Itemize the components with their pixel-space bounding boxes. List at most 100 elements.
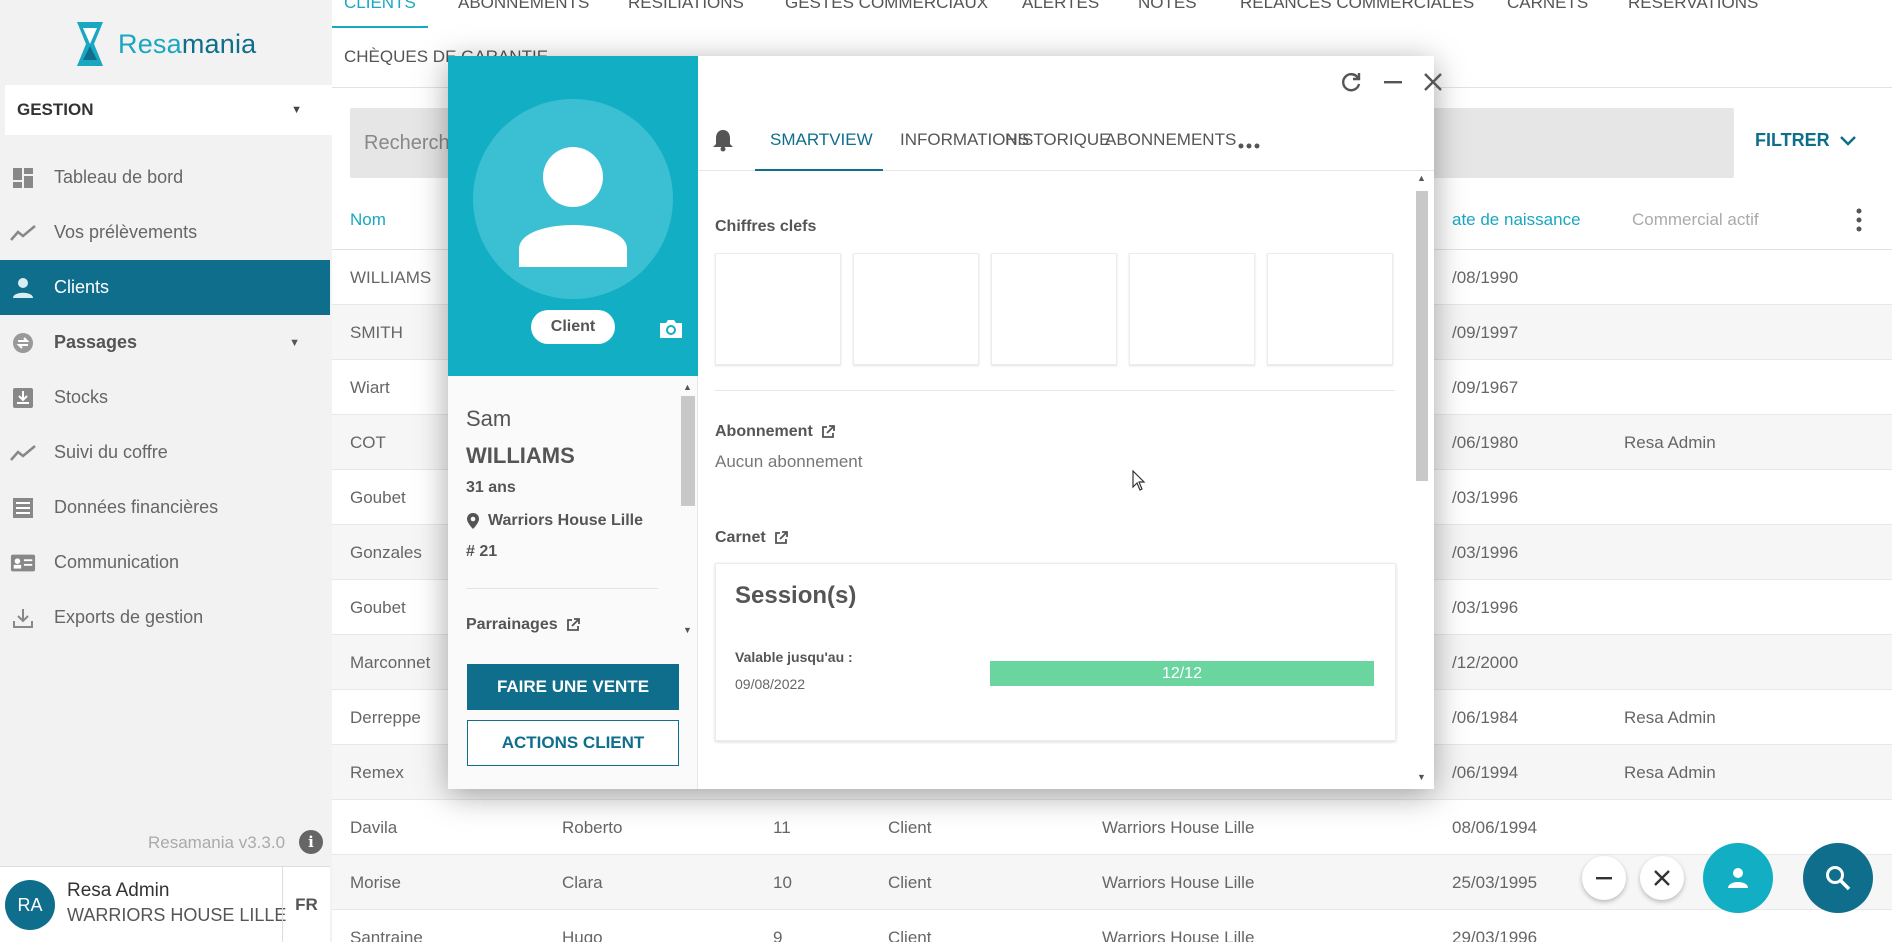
sidebar-item-label: Stocks: [54, 387, 109, 407]
tab-abonnements[interactable]: ABONNEMENTS: [458, 0, 589, 13]
profile-hero: Client: [448, 56, 698, 376]
details-scrollbar[interactable]: ▲ ▼: [1414, 173, 1430, 785]
cell-name: Derreppe: [350, 708, 421, 727]
search-icon: [1826, 866, 1851, 891]
info-icon[interactable]: i: [299, 830, 323, 854]
tab-reservations[interactable]: RÉSERVATIONS: [1628, 0, 1758, 13]
carnet-title: Carnet: [715, 529, 766, 546]
tab-historique[interactable]: HISTORIQUE: [1005, 130, 1110, 150]
column-menu-icon[interactable]: [1856, 208, 1862, 237]
cell-number: 11: [773, 818, 791, 837]
mouse-cursor-icon: [1132, 470, 1146, 491]
cell-birth-date: /08/1990: [1452, 268, 1519, 287]
carnet-link[interactable]: Carnet: [715, 529, 788, 547]
cell-type: Client: [888, 873, 932, 892]
cell-name: SMITH: [350, 323, 403, 342]
sidebar-item-passages[interactable]: Passages ▼: [0, 315, 330, 370]
profile-avatar[interactable]: [473, 99, 673, 299]
external-link-icon: [566, 618, 580, 631]
scroll-up-icon[interactable]: ▲: [683, 382, 692, 392]
sidebar-item-exports-de-gestion[interactable]: Exports de gestion: [0, 590, 330, 645]
camera-icon[interactable]: [658, 318, 684, 345]
close-all-button[interactable]: [1640, 856, 1684, 900]
trend-icon: [10, 220, 36, 246]
client-actions-button[interactable]: ACTIONS CLIENT: [467, 720, 679, 766]
language-switch[interactable]: FR: [282, 867, 330, 942]
tab-carnets[interactable]: CARNETS: [1507, 0, 1588, 13]
cell-birth-date: /03/1996: [1452, 543, 1519, 562]
notifications-bell-icon[interactable]: [712, 128, 734, 157]
cell-commercial: Resa Admin: [1624, 708, 1716, 727]
avatar[interactable]: RA: [5, 880, 55, 930]
sidebar-item-label: Données financières: [54, 497, 219, 517]
tab-resiliations[interactable]: RÉSILIATIONS: [628, 0, 744, 13]
tab-clients[interactable]: CLIENTS: [344, 0, 416, 13]
trend-icon: [10, 440, 36, 466]
cell-birth-date: /12/2000: [1452, 653, 1519, 672]
tab-smartview[interactable]: SMARTVIEW: [770, 130, 873, 150]
client-club: Warriors House Lille: [466, 512, 643, 530]
cell-name: Davila: [350, 818, 398, 837]
sessions-progress-bar: 12/12: [990, 661, 1374, 686]
table-row[interactable]: Davila Roberto 11 Client Warriors House Lill…: [332, 800, 1892, 855]
kpi-card: [715, 253, 841, 365]
tab-relances-commerciales[interactable]: RELANCES COMMERCIALES: [1240, 0, 1474, 13]
cell-commercial: Resa Admin: [1624, 763, 1716, 782]
cell-club: Warriors House Lille: [1102, 873, 1255, 892]
sidebar-item-clients[interactable]: Clients: [0, 260, 330, 315]
carnet-card[interactable]: Session(s) Valable jusqu'au : 09/08/2022…: [715, 563, 1396, 741]
search-button[interactable]: [1803, 843, 1873, 913]
table-row[interactable]: Santraine Hugo 9 Client Warriors House Lille…: [332, 910, 1892, 942]
col-header-commercial[interactable]: Commercial actif: [1632, 210, 1759, 230]
sidebar-item-donnees-financieres[interactable]: Données financières: [0, 480, 330, 535]
scroll-thumb[interactable]: [1416, 191, 1428, 481]
client-quick-button[interactable]: [1703, 843, 1773, 913]
section-select-value: GESTION: [17, 100, 94, 119]
tab-gestes-commerciaux[interactable]: GESTES COMMERCIAUX: [785, 0, 988, 13]
cell-commercial: Resa Admin: [1624, 433, 1716, 452]
scroll-thumb[interactable]: [681, 396, 695, 506]
sidebar-item-tableau-de-bord[interactable]: Tableau de bord: [0, 150, 330, 205]
more-tabs-icon[interactable]: [1238, 134, 1260, 154]
client-profile-panel: Client Sam WILLIAMS 31 ans Warriors Hous…: [448, 56, 698, 789]
tab-alertes[interactable]: ALERTES: [1022, 0, 1099, 13]
cell-birth-date: /06/1984: [1452, 708, 1519, 727]
cell-name: Goubet: [350, 488, 406, 507]
parrainages-link[interactable]: Parrainages: [466, 616, 580, 634]
cell-birth-date: /06/1980: [1452, 433, 1519, 452]
tab-notes[interactable]: NOTES: [1138, 0, 1197, 13]
inbox-icon: [10, 385, 36, 411]
make-sale-button[interactable]: FAIRE UNE VENTE: [467, 664, 679, 710]
sidebar-item-vos-prelevements[interactable]: Vos prélèvements: [0, 205, 330, 260]
profile-scrollbar[interactable]: ▲ ▼: [680, 382, 695, 635]
scroll-up-icon[interactable]: ▲: [1417, 173, 1426, 183]
user-bar: RA Resa Admin WARRIORS HOUSE LILLE FR: [0, 866, 330, 942]
scroll-down-icon[interactable]: ▼: [683, 625, 692, 635]
smartview-content: Chiffres clefs Abonnement Aucun abonneme…: [698, 173, 1434, 789]
subscription-title: Abonnement: [715, 423, 813, 440]
key-figures-title: Chiffres clefs: [715, 218, 817, 235]
cell-name: Marconnet: [350, 653, 431, 672]
section-select[interactable]: GESTION ▼: [5, 85, 332, 135]
sidebar-item-stocks[interactable]: Stocks: [0, 370, 330, 425]
subscription-link[interactable]: Abonnement: [715, 423, 835, 441]
id-card-icon: [10, 550, 36, 576]
minimize-icon[interactable]: [1381, 70, 1405, 99]
scroll-down-icon[interactable]: ▼: [1417, 772, 1426, 782]
external-link-icon: [821, 425, 835, 438]
refresh-icon[interactable]: [1339, 70, 1363, 99]
tab-abonnements[interactable]: ABONNEMENTS: [1105, 130, 1236, 150]
app-logo[interactable]: Resamania: [74, 18, 256, 70]
col-header-name[interactable]: Nom: [350, 210, 386, 230]
col-header-birth[interactable]: ate de naissance: [1452, 210, 1581, 230]
sidebar-item-communication[interactable]: Communication: [0, 535, 330, 590]
divider: [466, 588, 658, 589]
close-icon[interactable]: [1421, 70, 1445, 99]
minimize-all-button[interactable]: [1582, 856, 1626, 900]
filter-button[interactable]: FILTRER: [1755, 130, 1856, 151]
cell-name: Goubet: [350, 598, 406, 617]
logo-text: Resamania: [118, 28, 257, 59]
sidebar-item-suivi-du-coffre[interactable]: Suivi du coffre: [0, 425, 330, 480]
client-modal: Client Sam WILLIAMS 31 ans Warriors Hous…: [448, 56, 1442, 789]
chevron-down-icon: [1839, 130, 1856, 151]
